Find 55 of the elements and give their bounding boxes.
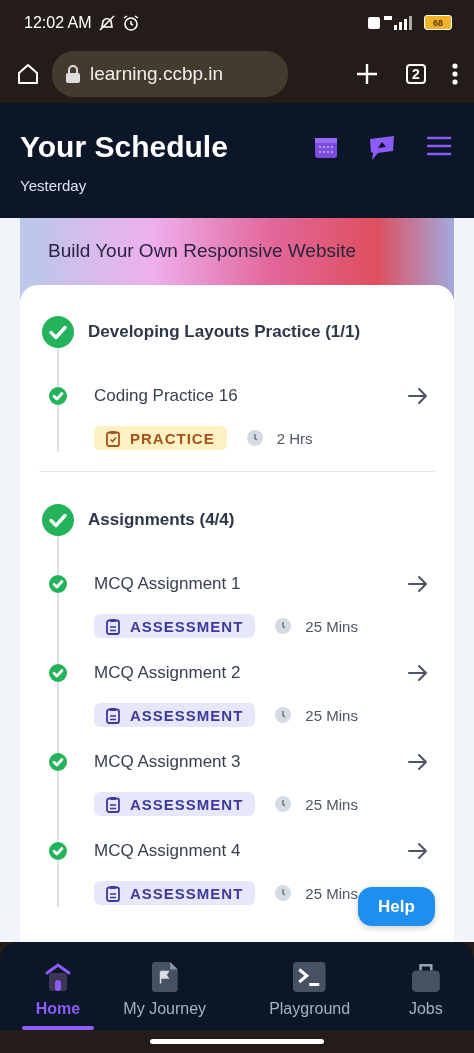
duration-text: 2 Hrs xyxy=(276,429,313,447)
alarm-icon xyxy=(121,13,140,32)
status-time: 12:02 AM xyxy=(24,13,92,32)
calendar-icon[interactable] xyxy=(314,135,338,159)
clock-icon xyxy=(275,796,292,812)
clipboard-icon xyxy=(106,429,120,447)
home-icon[interactable] xyxy=(16,62,40,86)
terminal-icon xyxy=(293,962,326,992)
mute-icon xyxy=(97,14,116,31)
arrow-right-icon[interactable] xyxy=(408,664,428,682)
clock-icon xyxy=(246,430,263,446)
lock-icon xyxy=(66,65,80,83)
nav-tab[interactable]: Playground xyxy=(241,942,378,1030)
tab-count-button[interactable]: 2 xyxy=(406,64,426,84)
activity-title[interactable]: MCQ Assignment 3 xyxy=(94,752,408,772)
battery-indicator: 68 xyxy=(424,15,452,30)
document-flag-icon xyxy=(151,962,178,992)
activity-title[interactable]: MCQ Assignment 2 xyxy=(94,663,408,683)
activity-tag: ASSESSMENT xyxy=(94,792,256,816)
activity-tag: ASSESSMENT xyxy=(94,703,256,727)
clipboard-icon xyxy=(106,617,120,635)
nav-tab[interactable]: My Journey xyxy=(107,942,222,1030)
arrow-right-icon[interactable] xyxy=(408,575,428,593)
page-title: Your Schedule xyxy=(20,129,228,165)
group-title: Developing Layouts Practice (1/1) xyxy=(88,322,361,342)
duration-text: 25 Mins xyxy=(305,795,358,813)
arrow-right-icon[interactable] xyxy=(408,387,428,405)
clipboard-icon xyxy=(106,795,120,813)
duration-text: 25 Mins xyxy=(305,706,358,724)
activity-title[interactable]: Coding Practice 16 xyxy=(94,386,408,406)
plus-icon[interactable] xyxy=(356,63,378,85)
url-text: learning.ccbp.in xyxy=(90,63,224,85)
banner-title: Build Your Own Responsive Website xyxy=(48,240,357,261)
more-icon[interactable] xyxy=(452,63,458,85)
activity-tag: ASSESSMENT xyxy=(94,881,256,905)
clipboard-icon xyxy=(106,884,120,902)
clipboard-icon xyxy=(106,706,120,724)
arrow-right-icon[interactable] xyxy=(408,753,428,771)
duration-text: 25 Mins xyxy=(305,617,358,635)
date-label: Yesterday xyxy=(20,177,87,194)
clock-icon xyxy=(275,618,292,634)
activity-tag: PRACTICE xyxy=(94,426,227,450)
arrow-right-icon[interactable] xyxy=(408,842,428,860)
group-title: Assignments (4/4) xyxy=(88,510,235,530)
briefcase-icon xyxy=(411,962,440,992)
duration-text: 25 Mins xyxy=(305,884,358,902)
activity-title[interactable]: MCQ Assignment 4 xyxy=(94,841,408,861)
menu-icon[interactable] xyxy=(426,135,452,157)
address-bar[interactable]: learning.ccbp.in xyxy=(52,51,288,97)
clock-icon xyxy=(275,885,292,901)
nav-tab[interactable]: Jobs xyxy=(377,942,474,1030)
activity-tag: ASSESSMENT xyxy=(94,614,256,638)
activity-title[interactable]: MCQ Assignment 1 xyxy=(94,574,408,594)
clock-icon xyxy=(275,707,292,723)
chat-icon[interactable] xyxy=(368,135,396,161)
